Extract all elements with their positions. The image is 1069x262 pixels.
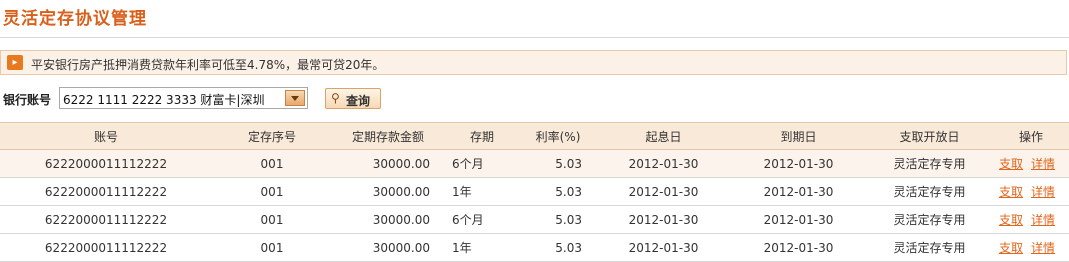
query-button-label: 查询 (346, 94, 371, 108)
cell-end-date: 2012-01-30 (731, 177, 866, 206)
col-header-end-date: 到期日 (731, 122, 866, 150)
cell-actions: 支取 详情 (993, 177, 1069, 206)
deposit-table: 账号 定存序号 定期存款金额 存期 利率(%) 起息日 到期日 支取开放日 操作… (0, 122, 1069, 262)
withdraw-link[interactable]: 支取 (999, 157, 1023, 171)
page-title: 灵活定存协议管理 (3, 9, 147, 29)
notice-bar: ▸ 平安银行房产抵押消费贷款年利率可低至4.78%，最常可贷20年。 (0, 50, 1067, 75)
cell-seq: 001 (212, 205, 332, 234)
col-header-rate: 利率(%) (520, 122, 596, 150)
account-select[interactable]: 6222 1111 2222 3333 财富卡|深圳 (59, 87, 308, 109)
col-header-seq: 定存序号 (212, 122, 332, 150)
cell-start-date: 2012-01-30 (596, 177, 731, 206)
cell-term: 1年 (444, 177, 520, 206)
table-row: 6222000011112222 001 30000.00 1年 5.03 20… (0, 233, 1069, 262)
cell-open-day: 灵活定存专用 (866, 149, 993, 178)
cell-term: 6个月 (444, 149, 520, 178)
cell-account: 6222000011112222 (0, 177, 212, 206)
cell-seq: 001 (212, 149, 332, 178)
details-link[interactable]: 详情 (1031, 185, 1055, 199)
cell-rate: 5.03 (520, 233, 596, 262)
cell-amount: 30000.00 (332, 205, 444, 234)
cell-rate: 5.03 (520, 205, 596, 234)
details-link[interactable]: 详情 (1031, 213, 1055, 227)
account-select-value: 6222 1111 2222 3333 财富卡|深圳 (63, 93, 265, 107)
notice-text: 平安银行房产抵押消费贷款年利率可低至4.78%，最常可贷20年。 (31, 58, 385, 72)
cell-open-day: 灵活定存专用 (866, 177, 993, 206)
col-header-open-day: 支取开放日 (866, 122, 993, 150)
col-header-account: 账号 (0, 122, 212, 150)
table-row: 6222000011112222 001 30000.00 6个月 5.03 2… (0, 149, 1069, 178)
cell-account: 6222000011112222 (0, 233, 212, 262)
col-header-start-date: 起息日 (596, 122, 731, 150)
cell-start-date: 2012-01-30 (596, 205, 731, 234)
cell-account: 6222000011112222 (0, 149, 212, 178)
chevron-down-icon[interactable] (285, 90, 305, 106)
cell-rate: 5.03 (520, 177, 596, 206)
query-button[interactable]: ⚲ 查询 (325, 88, 381, 109)
table-header-row: 账号 定存序号 定期存款金额 存期 利率(%) 起息日 到期日 支取开放日 操作 (0, 122, 1069, 150)
cell-term: 1年 (444, 233, 520, 262)
cell-end-date: 2012-01-30 (731, 149, 866, 178)
cell-open-day: 灵活定存专用 (866, 233, 993, 262)
speaker-icon: ▸ (7, 55, 23, 70)
cell-end-date: 2012-01-30 (731, 205, 866, 234)
cell-amount: 30000.00 (332, 149, 444, 178)
title-divider (0, 37, 1069, 38)
cell-amount: 30000.00 (332, 177, 444, 206)
withdraw-link[interactable]: 支取 (999, 185, 1023, 199)
cell-start-date: 2012-01-30 (596, 233, 731, 262)
col-header-actions: 操作 (993, 122, 1069, 150)
details-link[interactable]: 详情 (1031, 157, 1055, 171)
withdraw-link[interactable]: 支取 (999, 213, 1023, 227)
table-row: 6222000011112222 001 30000.00 1年 5.03 20… (0, 177, 1069, 206)
search-icon: ⚲ (331, 91, 340, 105)
col-header-term: 存期 (444, 122, 520, 150)
cell-actions: 支取 详情 (993, 149, 1069, 178)
cell-term: 6个月 (444, 205, 520, 234)
col-header-amount: 定期存款金额 (332, 122, 444, 150)
account-label: 银行账号 (3, 93, 52, 107)
cell-start-date: 2012-01-30 (596, 149, 731, 178)
table-row: 6222000011112222 001 30000.00 6个月 5.03 2… (0, 205, 1069, 234)
cell-seq: 001 (212, 177, 332, 206)
cell-end-date: 2012-01-30 (731, 233, 866, 262)
cell-rate: 5.03 (520, 149, 596, 178)
cell-open-day: 灵活定存专用 (866, 205, 993, 234)
cell-actions: 支取 详情 (993, 233, 1069, 262)
cell-actions: 支取 详情 (993, 205, 1069, 234)
cell-account: 6222000011112222 (0, 205, 212, 234)
cell-amount: 30000.00 (332, 233, 444, 262)
cell-seq: 001 (212, 233, 332, 262)
